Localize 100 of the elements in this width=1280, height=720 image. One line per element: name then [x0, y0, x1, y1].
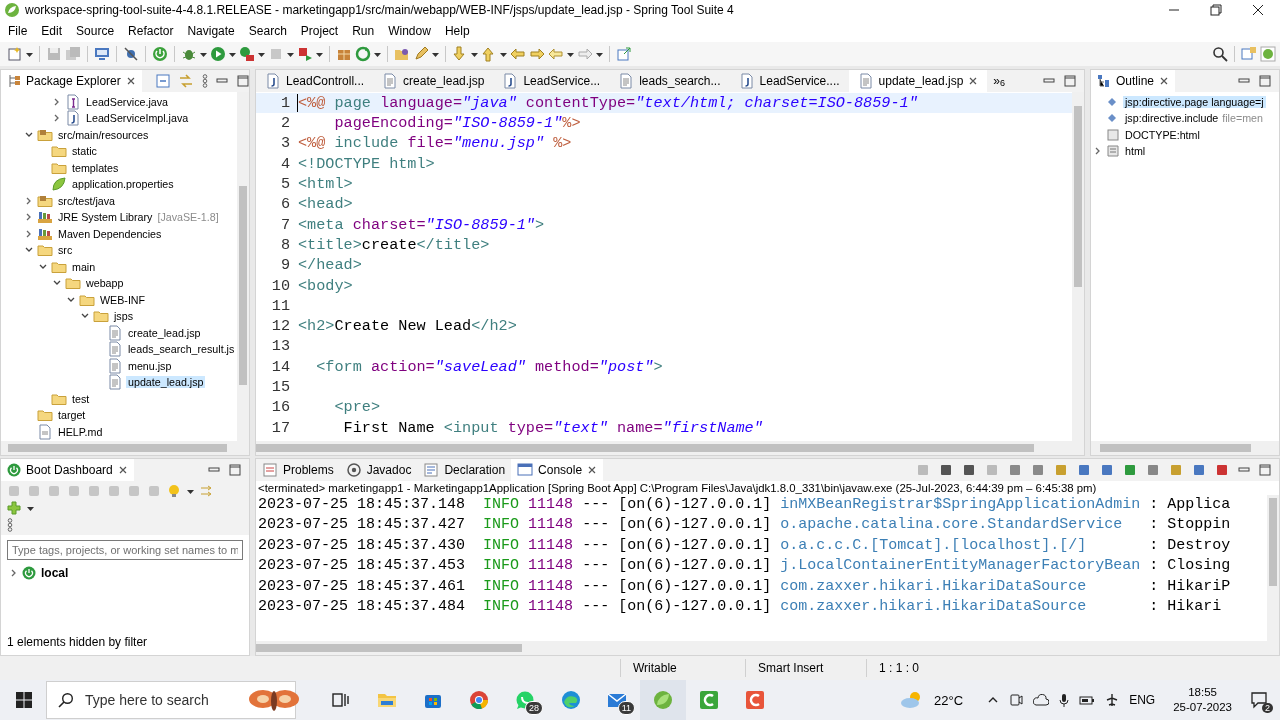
- tree-item[interactable]: target: [56, 409, 88, 422]
- menu-item[interactable]: Run: [345, 23, 382, 38]
- run-icon[interactable]: [210, 45, 226, 62]
- maximize-icon[interactable]: [1259, 463, 1271, 476]
- tree-item[interactable]: local: [39, 566, 71, 581]
- more-tabs-button[interactable]: »$_{6}$: [987, 73, 1012, 88]
- tree-item[interactable]: src/test/java: [56, 194, 118, 207]
- close-icon[interactable]: [968, 76, 979, 87]
- language-indicator[interactable]: ENG: [1129, 693, 1156, 707]
- tree-item[interactable]: templates: [70, 161, 121, 174]
- taskbar-button[interactable]: 11: [594, 680, 640, 720]
- editor-tab[interactable]: update_lead.jsp: [848, 69, 988, 93]
- view-menu-icon[interactable]: [7, 517, 13, 532]
- tree-item[interactable]: DOCTYPE:html: [1123, 128, 1202, 141]
- tree-item[interactable]: LeadServiceImpl.java: [84, 112, 191, 125]
- meeting-icon[interactable]: [1009, 693, 1024, 707]
- view-menu-icon[interactable]: [201, 73, 208, 88]
- restore-window-icon[interactable]: [1210, 3, 1222, 16]
- maximize-icon[interactable]: [1259, 74, 1271, 87]
- battery-icon[interactable]: [1079, 694, 1096, 706]
- horizontal-scrollbar[interactable]: [1, 440, 249, 455]
- maximize-icon[interactable]: [229, 463, 241, 476]
- view-tab[interactable]: Outline: [1091, 69, 1176, 92]
- tree-item[interactable]: src: [56, 244, 75, 257]
- tree-item[interactable]: leads_search_result.js: [126, 343, 237, 356]
- close-window-icon[interactable]: [1252, 3, 1264, 16]
- close-icon[interactable]: [1159, 75, 1170, 86]
- code-line: </head>: [297, 256, 362, 275]
- spring-perspective-icon[interactable]: [1260, 45, 1276, 62]
- collapse-all-icon[interactable]: [155, 73, 170, 88]
- horizontal-scrollbar[interactable]: [256, 641, 1279, 655]
- close-icon[interactable]: [587, 464, 598, 475]
- view-tab[interactable]: Boot Dashboard: [1, 458, 134, 481]
- lightbulb-icon[interactable]: [167, 483, 181, 498]
- tree-item[interactable]: main: [70, 260, 98, 273]
- tree-item[interactable]: jsp:directive.page language=j: [1123, 95, 1266, 108]
- editor-tab[interactable]: LeadService...: [493, 69, 610, 92]
- maximize-icon[interactable]: [236, 74, 249, 87]
- view-tab[interactable]: Problems: [256, 458, 340, 481]
- editor-tab[interactable]: create_lead.jsp: [373, 69, 494, 92]
- menu-item[interactable]: Window: [381, 23, 438, 38]
- horizontal-scrollbar[interactable]: [256, 440, 1084, 455]
- close-icon[interactable]: [117, 464, 128, 475]
- cloud-icon[interactable]: [1033, 694, 1050, 706]
- view-tab[interactable]: Javadoc: [339, 458, 418, 481]
- editor-tab[interactable]: LeadService....: [729, 69, 849, 92]
- tree-item[interactable]: Maven Dependencies: [56, 227, 164, 240]
- menu-item[interactable]: Refactor: [121, 23, 181, 38]
- tree-item[interactable]: webapp: [84, 277, 126, 290]
- link-editor-icon[interactable]: [178, 73, 193, 88]
- tree-item[interactable]: application.properties: [70, 178, 176, 191]
- export-icon[interactable]: [616, 45, 632, 62]
- view-tab[interactable]: Console: [511, 458, 604, 481]
- status-field: Writable: [620, 659, 745, 677]
- external-tools-icon[interactable]: [297, 45, 313, 62]
- tree-item[interactable]: HELP.md: [56, 425, 105, 438]
- maximize-icon[interactable]: [1064, 74, 1076, 87]
- monitor-icon[interactable]: [94, 45, 110, 62]
- tree-item[interactable]: src/main/resources: [56, 128, 151, 141]
- tree-item[interactable]: jsp:directive.include: [1123, 112, 1221, 125]
- console-line: 2023-07-25 18:45:37.427 INFO 11148 --- [on(6)-127.0.0.1] o.apache.catalina.core.StandardService : Stoppin: [257, 515, 1232, 536]
- notification-icon[interactable]: [1250, 691, 1268, 709]
- filter-field[interactable]: Type tags, projects, or working set names to m: [7, 539, 243, 560]
- vertical-scrollbar[interactable]: [1267, 494, 1279, 641]
- tree-item[interactable]: menu.jsp: [126, 359, 174, 372]
- tree-item[interactable]: update_lead.jsp: [126, 376, 206, 389]
- microphone-icon[interactable]: [1059, 693, 1070, 707]
- power-icon[interactable]: [152, 45, 168, 62]
- editor-tab[interactable]: LeadControll...: [256, 69, 374, 92]
- tree-item[interactable]: create_lead.jsp: [126, 326, 203, 339]
- search-field[interactable]: Type here to search: [46, 681, 296, 719]
- tree-item[interactable]: JRE System Library: [56, 211, 155, 224]
- menu-item[interactable]: Project: [293, 23, 346, 38]
- line-number: 3: [279, 134, 291, 153]
- tree-item[interactable]: WEB-INF: [98, 293, 148, 306]
- tree-item[interactable]: html: [1123, 145, 1148, 158]
- run-config-icon[interactable]: [239, 45, 255, 62]
- view-tab[interactable]: Declaration: [417, 458, 512, 481]
- tree-item[interactable]: jsps: [112, 310, 135, 323]
- search-icon[interactable]: [1212, 45, 1228, 62]
- add-icon[interactable]: [7, 500, 21, 515]
- close-icon[interactable]: [125, 75, 136, 86]
- skip-breakpoints-icon[interactable]: [123, 45, 139, 62]
- tree-item[interactable]: LeadService.java: [84, 95, 170, 108]
- tree-item[interactable]: static: [70, 145, 99, 158]
- menu-item[interactable]: Navigate: [180, 23, 242, 38]
- taskbar-button[interactable]: 28: [502, 680, 548, 720]
- line-number: 17: [270, 418, 291, 437]
- view-tab[interactable]: Package Explorer: [1, 69, 142, 92]
- menu-item[interactable]: File: [1, 23, 35, 38]
- editor-tab[interactable]: leads_search...: [609, 69, 730, 92]
- airplane-icon[interactable]: [1105, 693, 1120, 707]
- menu-item[interactable]: Edit: [34, 23, 70, 38]
- menu-item[interactable]: Help: [437, 23, 477, 38]
- tree-item[interactable]: test: [70, 392, 92, 405]
- windows-logo-icon[interactable]: [16, 692, 32, 708]
- menu-item[interactable]: Search: [241, 23, 294, 38]
- menu-item[interactable]: Source: [69, 23, 122, 38]
- horizontal-scrollbar[interactable]: [1091, 440, 1279, 455]
- jsp-file-icon: [857, 73, 874, 90]
